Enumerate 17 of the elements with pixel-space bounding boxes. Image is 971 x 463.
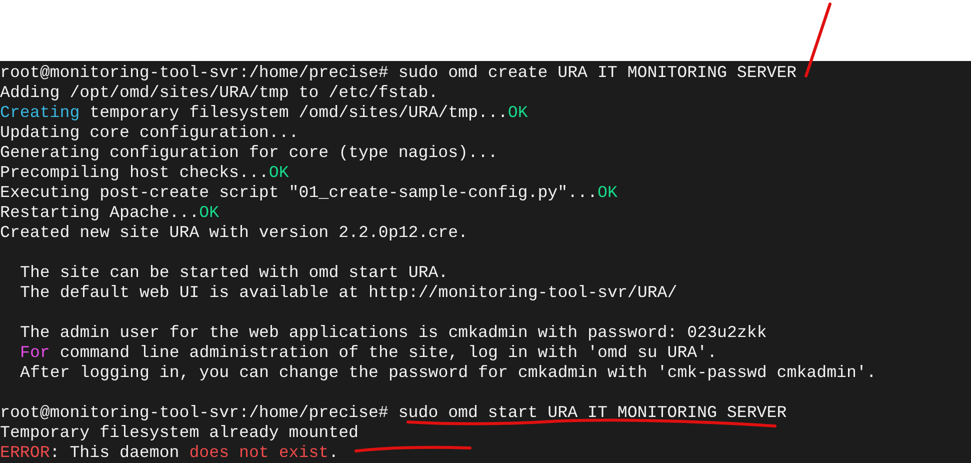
terminal-line: Executing post-create script "01_create-sample-config.py"...OK (0, 183, 618, 203)
terminal-line: Generating configuration for core (type nagios)... (0, 143, 498, 163)
terminal-line: Precompiling host checks...OK (0, 163, 289, 183)
terminal-line: Adding /opt/omd/sites/URA/tmp to /etc/fstab. (0, 83, 438, 103)
terminal-line: Creating temporary filesystem /omd/sites/URA/tmp...OK (0, 103, 528, 123)
terminal-line: The default web UI is available at http://monitoring-tool-svr/URA/ (20, 283, 678, 303)
terminal-line: ERROR: This daemon does not exist. (0, 443, 339, 463)
terminal-line: For command line administration of the site, log in with 'omd su URA'. (20, 343, 718, 363)
terminal-line: root@monitoring-tool-svr:/home/precise# sudo omd create URA IT MONITORING SERVER (0, 63, 797, 83)
terminal-line: Restarting Apache...OK (0, 203, 220, 223)
terminal-line: Temporary filesystem already mounted (0, 423, 358, 443)
terminal-line: Created new site URA with version 2.2.0p12.cre. (0, 223, 468, 243)
terminal-line: Updating core configuration... (0, 123, 299, 143)
terminal-line: The site can be started with omd start URA. (20, 263, 448, 283)
terminal-line: The admin user for the web applications is cmkadmin with password: 023u2zkk (20, 323, 767, 343)
terminal-line: root@monitoring-tool-svr:/home/precise# sudo omd start URA IT MONITORING SERVER (0, 403, 787, 423)
terminal-line: After logging in, you can change the password for cmkadmin with 'cmk-passwd cmkadmin'. (20, 363, 876, 383)
